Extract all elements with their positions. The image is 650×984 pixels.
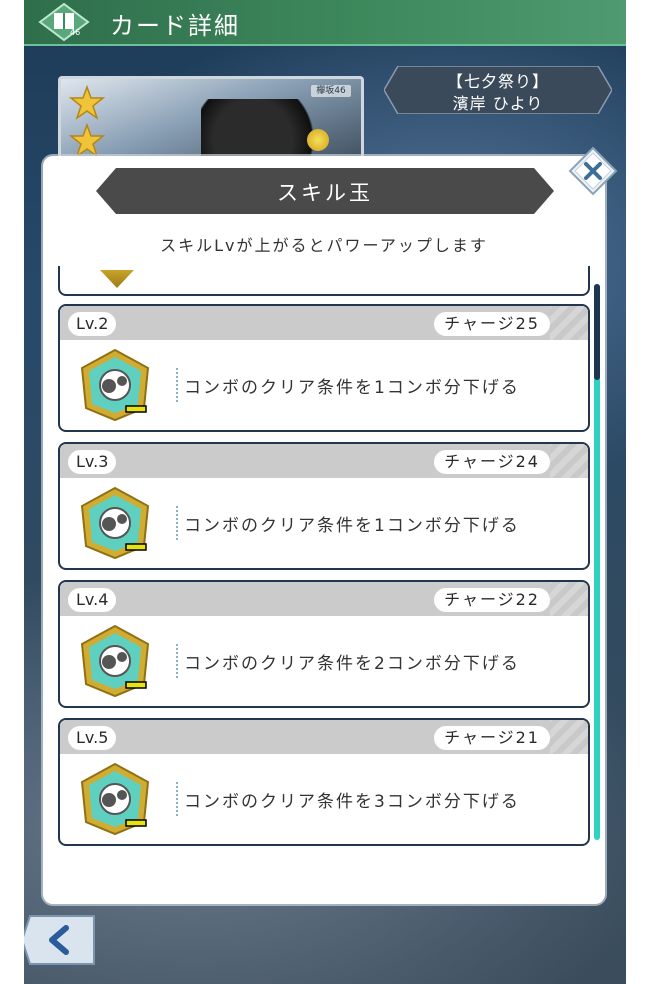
skill-icon-partial (100, 270, 134, 288)
skill-level: Lv.4 (68, 588, 117, 612)
card-event-name: 【七夕祭り】 (446, 72, 549, 91)
member-name-plate: 【七夕祭り】 濱岸 ひより (384, 66, 612, 114)
skill-card: Lv.4 チャージ22 コンボのクリア条件を2コンボ分下げる (58, 580, 590, 708)
scrollbar-thumb[interactable] (594, 284, 600, 380)
separator (176, 368, 178, 402)
star-icon (69, 85, 105, 120)
skill-card-header: Lv.2 チャージ25 (60, 306, 588, 340)
modal-subtitle: スキルLvが上がるとパワーアップします (160, 236, 488, 255)
separator (176, 506, 178, 540)
skill-charge: チャージ21 (434, 726, 550, 750)
skill-charge: チャージ25 (434, 312, 550, 336)
modal-title: スキル玉 (277, 181, 373, 205)
skill-level: Lv.3 (68, 450, 117, 474)
header-icon-badge: 46 (70, 28, 81, 37)
separator (176, 644, 178, 678)
skill-description: コンボのクリア条件を1コンボ分下げる (184, 516, 520, 536)
skill-level: Lv.2 (68, 312, 117, 336)
skill-card: Lv.3 チャージ24 コンボのクリア条件を1コンボ分下げる (58, 442, 590, 570)
skill-description: コンボのクリア条件を1コンボ分下げる (184, 378, 520, 398)
skill-card-header: Lv.3 チャージ24 (60, 444, 588, 478)
combo-skill-icon (80, 486, 150, 560)
back-button[interactable] (24, 912, 98, 968)
combo-skill-icon (80, 762, 150, 836)
skill-description: コンボのクリア条件を2コンボ分下げる (184, 654, 520, 674)
skill-card-partial (58, 266, 590, 296)
skill-card: Lv.2 チャージ25 コンボのクリア条件を1コンボ分下げる (58, 304, 590, 432)
header-bar: 46 カード詳細 (24, 0, 626, 46)
modal-title-banner: スキル玉 (96, 168, 554, 214)
card-logo: 欅坂46 (311, 85, 351, 97)
close-button[interactable] (568, 146, 618, 196)
combo-skill-icon (80, 348, 150, 422)
combo-skill-icon (80, 624, 150, 698)
card-member-name: 濱岸 ひより (452, 94, 544, 113)
skill-card-header: Lv.4 チャージ22 (60, 582, 588, 616)
star-icon (69, 123, 105, 158)
hair-flower (307, 129, 329, 151)
skill-charge: チャージ24 (434, 450, 550, 474)
skill-card-header: Lv.5 チャージ21 (60, 720, 588, 754)
skill-level: Lv.5 (68, 726, 117, 750)
card-logo-text: 欅坂46 (316, 86, 346, 96)
skill-list[interactable]: Lv.2 チャージ25 コンボのクリア条件を1コンボ分下げる Lv.3 チャージ… (58, 266, 592, 856)
separator (176, 782, 178, 816)
skill-card: Lv.5 チャージ21 コンボのクリア条件を3コンボ分下げる (58, 718, 590, 846)
card-book-icon: 46 (34, 2, 94, 42)
page-title: カード詳細 (110, 12, 240, 40)
skill-charge: チャージ22 (434, 588, 550, 612)
skill-description: コンボのクリア条件を3コンボ分下げる (184, 792, 520, 812)
